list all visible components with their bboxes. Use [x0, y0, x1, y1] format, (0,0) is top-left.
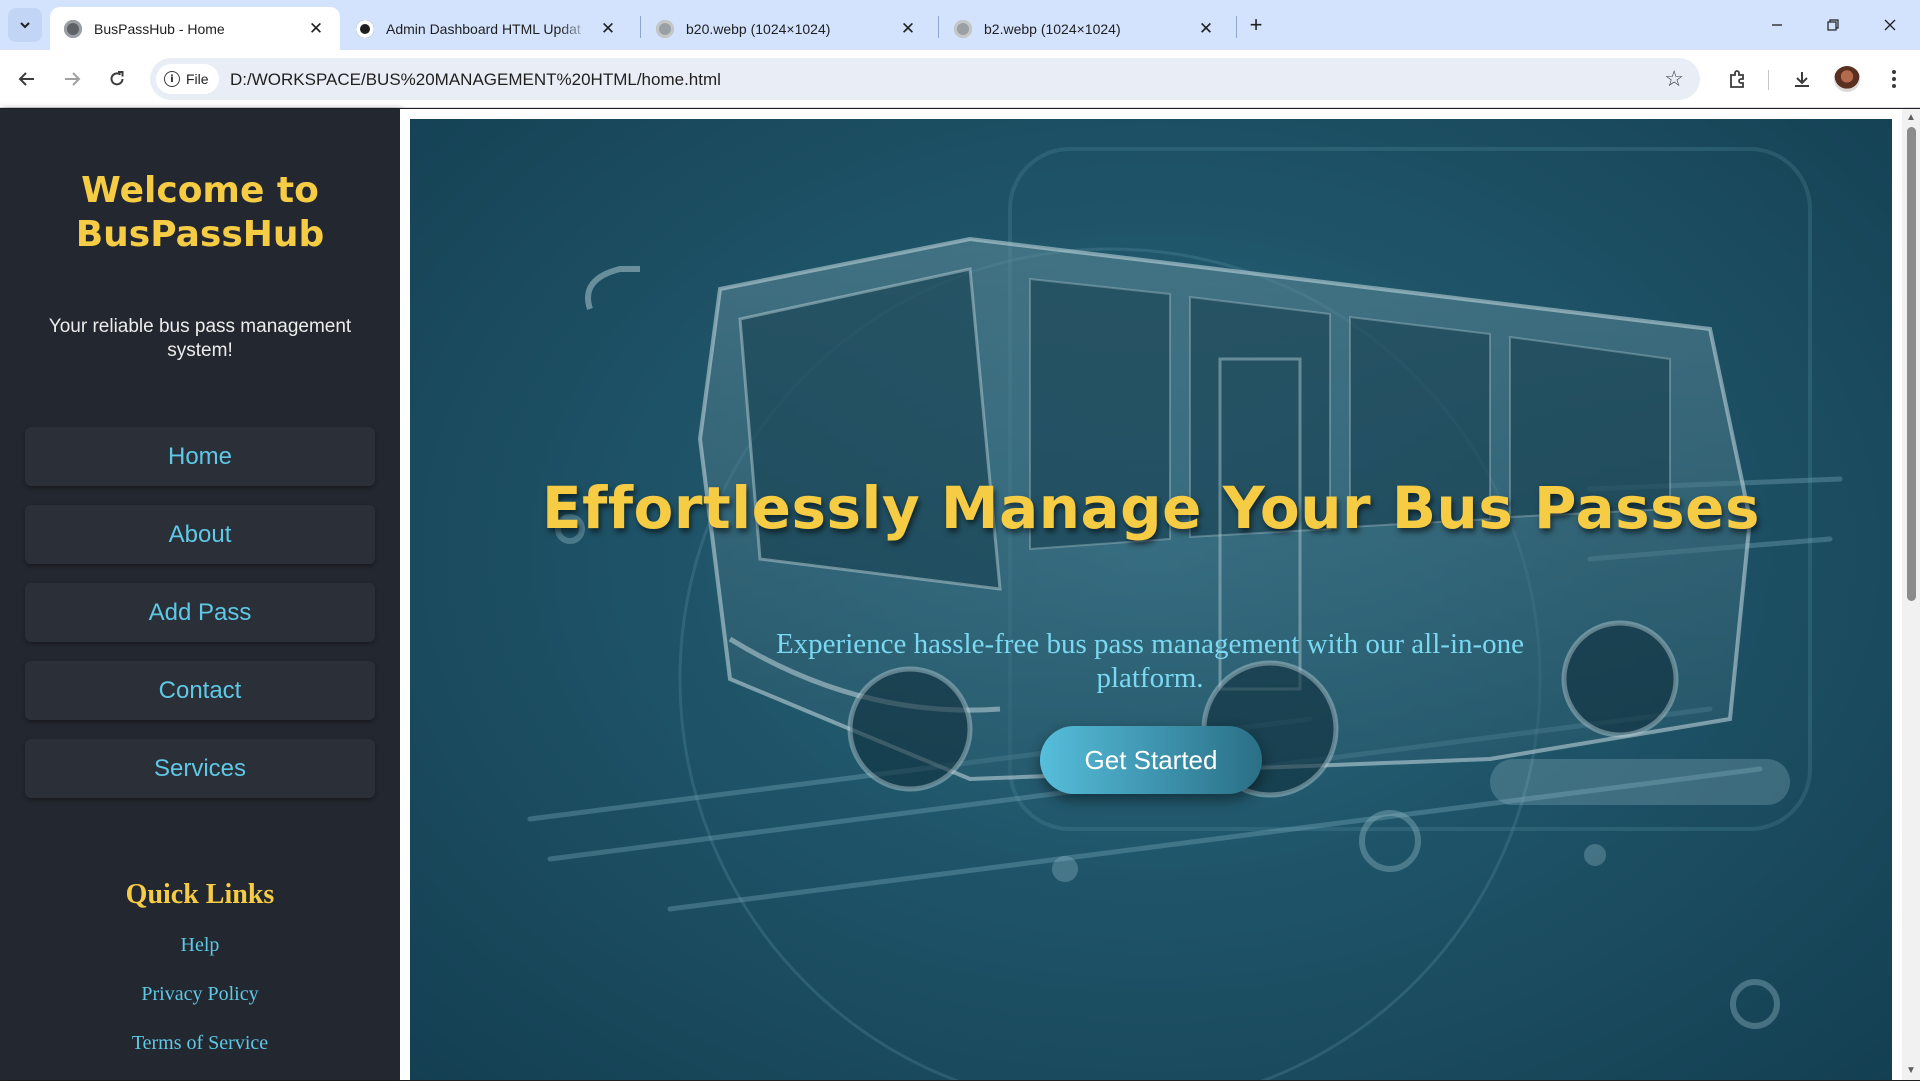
restore-icon	[1827, 19, 1839, 31]
tab-separator	[1236, 16, 1237, 38]
reload-icon	[110, 71, 124, 86]
plus-icon: +	[1249, 12, 1263, 37]
tab-separator	[640, 16, 641, 38]
back-button[interactable]	[12, 64, 42, 94]
profile-avatar[interactable]	[1834, 66, 1860, 92]
brand-title-line1: Welcome to	[81, 170, 319, 211]
openai-icon	[356, 19, 374, 38]
restore-button[interactable]	[1820, 12, 1846, 38]
quick-link-help[interactable]: Help	[0, 934, 400, 983]
toolbar-separator	[1768, 70, 1769, 90]
tab-title: b20.webp (1024×1024)	[686, 20, 831, 37]
close-icon[interactable]: ✕	[898, 19, 918, 39]
reload-button[interactable]	[102, 64, 132, 94]
scrollbar-thumb[interactable]	[1907, 127, 1916, 601]
sidebar-item-about[interactable]: About	[25, 505, 375, 564]
globe-icon	[954, 19, 972, 38]
browser-tab-strip: BusPassHub - Home ✕ Admin Dashboard HTML…	[0, 0, 1920, 50]
url-text[interactable]: D:/WORKSPACE/BUS%20MANAGEMENT%20HTML/hom…	[230, 70, 721, 90]
close-window-button[interactable]	[1877, 12, 1903, 38]
new-tab-button[interactable]: +	[1243, 12, 1269, 38]
browser-tab[interactable]: b2.webp (1024×1024) ✕	[940, 7, 1230, 50]
tab-title: b2.webp (1024×1024)	[984, 20, 1121, 37]
tab-title: BusPassHub - Home	[94, 20, 225, 37]
browser-tab[interactable]: Admin Dashboard HTML Updat ✕	[342, 7, 632, 50]
tagline: Your reliable bus pass management system…	[48, 316, 352, 361]
brand-title: Welcome to BusPassHub	[0, 169, 400, 257]
sidebar-item-contact[interactable]: Contact	[25, 661, 375, 720]
bookmark-star-icon[interactable]: ☆	[1664, 67, 1684, 91]
globe-icon	[64, 19, 82, 38]
globe-icon	[656, 19, 674, 38]
chevron-down-icon	[20, 22, 30, 29]
site-info-label: File	[186, 71, 209, 87]
puzzle-icon	[1730, 70, 1744, 88]
minimize-icon	[1772, 24, 1782, 26]
info-icon: i	[164, 71, 180, 87]
forward-button[interactable]	[57, 64, 87, 94]
browser-tab-active[interactable]: BusPassHub - Home ✕	[50, 7, 340, 50]
page-scrollbar[interactable]: ▲ ▼	[1902, 109, 1920, 1080]
close-icon[interactable]: ✕	[306, 19, 326, 39]
scroll-down-icon[interactable]: ▼	[1906, 1066, 1916, 1076]
brand-title-line2: BusPassHub	[75, 214, 325, 255]
address-bar[interactable]: i File D:/WORKSPACE/BUS%20MANAGEMENT%20H…	[150, 58, 1700, 100]
get-started-button[interactable]: Get Started	[1040, 726, 1262, 794]
arrow-right-icon	[65, 72, 81, 86]
browser-menu-button[interactable]	[1879, 64, 1909, 94]
sidebar-item-home[interactable]: Home	[25, 427, 375, 486]
quick-link-privacy-policy[interactable]: Privacy Policy	[0, 983, 400, 1032]
hero-subtext: Experience hassle-free bus pass manageme…	[775, 628, 1525, 694]
bus-illustration	[527, 147, 1843, 1080]
close-icon[interactable]: ✕	[598, 19, 618, 39]
tab-separator	[938, 16, 939, 38]
quick-link-terms-of-service[interactable]: Terms of Service	[0, 1032, 400, 1081]
browser-tab[interactable]: b20.webp (1024×1024) ✕	[642, 7, 932, 50]
arrow-left-icon	[18, 72, 34, 86]
close-icon[interactable]: ✕	[1196, 19, 1216, 39]
sidebar-nav: Home About Add Pass Contact Services	[25, 427, 375, 817]
extensions-button[interactable]	[1722, 64, 1752, 94]
minimize-button[interactable]	[1764, 12, 1790, 38]
page-gutter	[400, 109, 410, 1080]
sidebar-item-add-pass[interactable]: Add Pass	[25, 583, 375, 642]
downloads-button[interactable]	[1787, 64, 1817, 94]
tab-title: Admin Dashboard HTML Updat	[386, 20, 581, 37]
page-viewport: Welcome to BusPassHub Your reliable bus …	[0, 109, 1920, 1080]
close-icon	[1884, 19, 1896, 31]
download-icon	[1795, 72, 1809, 87]
scroll-up-icon[interactable]: ▲	[1906, 113, 1916, 123]
hero-headline: Effortlessly Manage Your Bus Passes	[541, 474, 1761, 542]
quick-links-list: Help Privacy Policy Terms of Service	[0, 934, 400, 1081]
quick-links-title: Quick Links	[125, 879, 275, 910]
hero-section: Effortlessly Manage Your Bus Passes Expe…	[410, 119, 1892, 1080]
kebab-menu-icon	[1892, 70, 1896, 88]
sidebar: Welcome to BusPassHub Your reliable bus …	[0, 109, 400, 1080]
tab-search-button[interactable]	[8, 8, 42, 42]
site-info-chip[interactable]: i File	[156, 64, 219, 94]
browser-toolbar: i File D:/WORKSPACE/BUS%20MANAGEMENT%20H…	[0, 50, 1920, 108]
sidebar-item-services[interactable]: Services	[25, 739, 375, 798]
